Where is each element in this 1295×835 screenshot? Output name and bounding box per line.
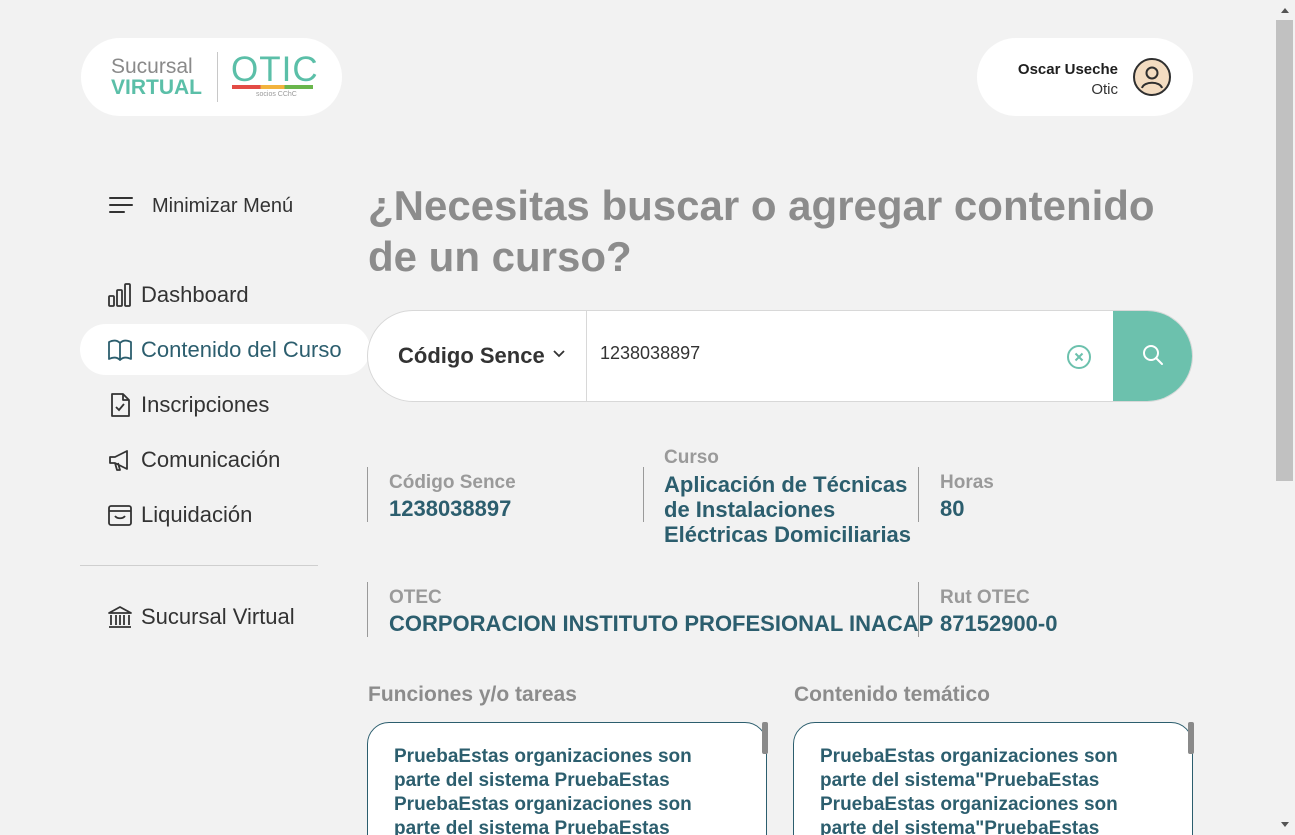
codigo-sence-value: 1238038897 (389, 496, 512, 521)
contenido-tematico-title: Contenido temático (794, 683, 991, 706)
book-icon (107, 337, 133, 363)
sidebar-item-dashboard[interactable]: Dashboard (107, 282, 249, 308)
otic-logo-stripe (232, 85, 313, 89)
contenido-text: PruebaEstas organizaciones son parte del… (820, 746, 1118, 835)
search-button[interactable] (1113, 311, 1192, 401)
codigo-sence-label: Código Sence (389, 472, 516, 493)
logo-text-sucursal: Sucursal (111, 55, 193, 78)
minimize-menu-label: Minimizar Menú (152, 194, 294, 217)
bank-icon (107, 604, 133, 630)
rut-otec-value: 87152900-0 (940, 611, 1058, 636)
minimize-menu-button[interactable]: Minimizar Menú (108, 193, 293, 219)
document-check-icon (107, 392, 133, 418)
sidebar-item-label: Dashboard (141, 282, 249, 307)
curso-value-line2: de Instalaciones (664, 497, 836, 522)
otec-value: CORPORACION INSTITUTO PROFESIONAL INACAP (389, 611, 934, 636)
wallet-icon (107, 502, 133, 528)
curso-label: Curso (664, 447, 719, 468)
sidebar-item-inscripciones[interactable]: Inscripciones (107, 392, 269, 418)
sidebar-item-label: Contenido del Curso (141, 337, 342, 362)
funciones-title: Funciones y/o tareas (368, 683, 577, 706)
search-divider (586, 311, 587, 401)
horas-value: 80 (940, 496, 965, 521)
field-divider (918, 467, 919, 522)
sidebar-item-sucursal-virtual[interactable]: Sucursal Virtual (107, 604, 295, 630)
chevron-down-icon[interactable] (552, 347, 566, 361)
sidebar-item-label: Sucursal Virtual (141, 604, 295, 629)
megaphone-icon (107, 447, 133, 473)
page-scrollbar-thumb[interactable] (1276, 20, 1293, 481)
field-divider (643, 467, 644, 522)
field-divider (918, 582, 919, 637)
clear-icon[interactable] (1066, 344, 1092, 370)
curso-value-line3: Eléctricas Domiciliarias (664, 522, 912, 547)
otic-logo: OTIC (231, 50, 319, 89)
search-bar: Código Sence (367, 310, 1193, 402)
curso-value-line1: Aplicación de Técnicas (664, 472, 908, 497)
funciones-text: PruebaEstas organizaciones son parte del… (394, 746, 692, 835)
logo-text-virtual: VIRTUAL (111, 76, 202, 99)
user-avatar-icon[interactable] (1133, 58, 1171, 96)
search-icon (1142, 344, 1164, 371)
contenido-scrollbar[interactable] (1188, 722, 1194, 754)
funciones-scrollbar[interactable] (762, 722, 768, 754)
sidebar-item-liquidacion[interactable]: Liquidación (107, 502, 252, 528)
user-name: Oscar Useche (1017, 61, 1118, 78)
funciones-textbox[interactable]: PruebaEstas organizaciones son parte del… (367, 722, 767, 835)
sidebar-item-label: Liquidación (141, 502, 253, 527)
otic-logo-subtitle: socios CChC (256, 91, 297, 98)
sidebar-divider (80, 565, 318, 566)
contenido-textbox[interactable]: PruebaEstas organizaciones son parte del… (793, 722, 1193, 835)
sidebar-item-comunicacion[interactable]: Comunicación (107, 447, 280, 473)
scroll-up-arrow-icon[interactable] (1281, 8, 1289, 13)
sidebar-item-contenido[interactable]: Contenido del Curso (107, 337, 342, 363)
field-divider (367, 582, 368, 637)
sidebar-item-label: Inscripciones (141, 392, 270, 417)
rut-otec-label: Rut OTEC (940, 587, 1030, 608)
horas-label: Horas (940, 472, 994, 493)
bar-chart-icon (107, 282, 133, 308)
field-divider (367, 467, 368, 522)
menu-lines-icon (108, 193, 134, 219)
otec-label: OTEC (389, 587, 442, 608)
sidebar-item-label: Comunicación (141, 447, 281, 472)
user-role: Otic (1091, 81, 1118, 98)
search-type-select[interactable]: Código Sence (398, 343, 545, 369)
scroll-down-arrow-icon[interactable] (1281, 822, 1289, 827)
page-title: ¿Necesitas buscar o agregar contenido de… (368, 182, 1155, 280)
logo-divider (217, 52, 218, 102)
search-input[interactable] (600, 343, 1000, 364)
